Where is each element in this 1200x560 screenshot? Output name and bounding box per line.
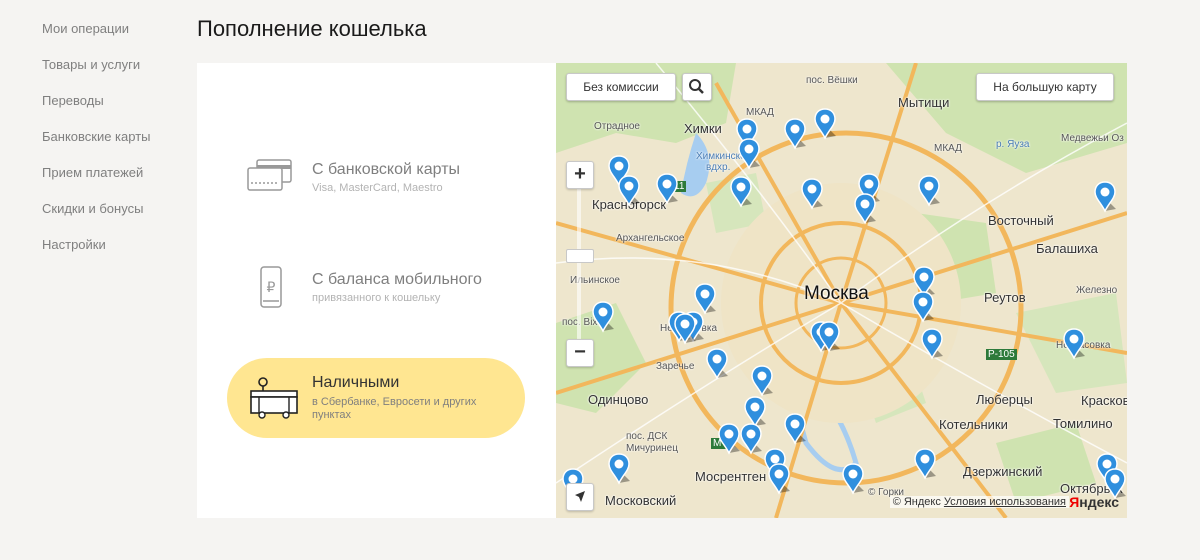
map-label: Мосрентген	[695, 469, 767, 484]
method-subtitle-line1: в Сбербанке, Евросети и других	[312, 396, 477, 408]
cash-point-marker[interactable]	[784, 413, 806, 445]
sidebar-item-bank-cards[interactable]: Банковские карты	[42, 128, 182, 164]
zoom-slider-track[interactable]	[577, 189, 581, 351]
geolocation-button[interactable]	[566, 483, 594, 511]
location-arrow-icon	[575, 491, 585, 502]
map-label: Московский	[605, 493, 677, 508]
map-label: р. Яуза	[996, 139, 1030, 150]
cash-point-marker[interactable]	[818, 321, 840, 353]
sidebar-item-transfers[interactable]: Переводы	[42, 92, 182, 128]
map-label: Дзержинский	[963, 464, 1043, 479]
map-label: Р-105	[986, 349, 1017, 360]
method-subtitle: Visa, MasterCard, Maestro	[312, 182, 443, 194]
cash-point-marker[interactable]	[1063, 328, 1085, 360]
map-label: Люберцы	[976, 392, 1033, 407]
map-label: Балашиха	[1036, 241, 1098, 256]
cash-point-marker[interactable]	[706, 348, 728, 380]
cash-point-marker[interactable]	[618, 175, 640, 207]
yandex-logo: Яндекс	[1069, 494, 1119, 510]
zoom-slider-handle[interactable]	[566, 249, 594, 263]
map-label: Химки	[684, 121, 722, 136]
map-label: Заречье	[656, 361, 695, 372]
cash-point-marker[interactable]	[718, 423, 740, 455]
zoom-in-button[interactable]: +	[566, 161, 594, 189]
cash-point-marker[interactable]	[608, 453, 630, 485]
cash-point-marker[interactable]	[768, 463, 790, 495]
terms-link[interactable]: Условия использования	[944, 496, 1066, 508]
cash-point-marker[interactable]	[784, 118, 806, 150]
cash-point-marker[interactable]	[1094, 181, 1116, 213]
map-copyright: © Яндекс Условия использования	[889, 496, 1069, 508]
cash-point-marker[interactable]	[921, 328, 943, 360]
page-title: Пополнение кошелька	[197, 16, 427, 41]
map-label: Отрадное	[594, 121, 640, 132]
no-commission-button[interactable]: Без комиссии	[566, 73, 676, 101]
method-subtitle: привязанного к кошельку	[312, 292, 441, 304]
copyright-text: © Яндекс	[892, 496, 941, 508]
method-title: С баланса мобильного	[312, 271, 482, 288]
map-label: Томилино	[1053, 416, 1113, 431]
method-cash[interactable]: Наличными в Сбербанке, Евросети и других…	[227, 358, 525, 438]
map-label: Мытищи	[898, 95, 950, 110]
open-big-map-button[interactable]: На большую карту	[976, 73, 1114, 101]
cash-point-marker[interactable]	[814, 108, 836, 140]
zoom-out-button[interactable]: −	[566, 339, 594, 367]
cash-point-marker[interactable]	[740, 423, 762, 455]
map-label: Архангельское	[616, 233, 685, 244]
top-up-panel: С банковской карты Visa, MasterCard, Mae…	[197, 63, 1127, 518]
method-title: Наличными	[312, 374, 400, 391]
cash-points-map[interactable]: Москва Химки Мытищи Красногорск Восточны…	[556, 63, 1127, 518]
map-label: Красков	[1081, 393, 1127, 408]
map-label: Одинцово	[588, 392, 649, 407]
cash-point-marker[interactable]	[592, 301, 614, 333]
sidebar-item-payments[interactable]: Прием платежей	[42, 164, 182, 200]
sidebar-item-goods-services[interactable]: Товары и услуги	[42, 56, 182, 92]
map-label: МКАД	[934, 143, 962, 154]
map-label: Мичуринец	[626, 443, 678, 454]
method-subtitle-line2: пунктах	[312, 409, 351, 421]
search-icon	[689, 79, 704, 94]
mobile-phone-icon: ₽	[260, 266, 282, 308]
map-search-button[interactable]	[682, 73, 712, 101]
cash-point-marker[interactable]	[912, 291, 934, 323]
cash-point-marker[interactable]	[914, 448, 936, 480]
sidebar-item-operations[interactable]: Мои операции	[42, 20, 182, 56]
map-label: Москва	[804, 283, 869, 304]
method-title: С банковской карты	[312, 161, 461, 178]
cash-point-marker[interactable]	[842, 463, 864, 495]
cash-point-marker[interactable]	[918, 175, 940, 207]
method-mobile-balance[interactable]: ₽ С баланса мобильного привязанного к ко…	[227, 248, 525, 328]
map-label: Медвежьи Оз	[1061, 133, 1124, 144]
cash-point-marker[interactable]	[801, 178, 823, 210]
map-label: пос. ДСК	[626, 431, 668, 442]
map-label: Восточный	[988, 213, 1054, 228]
cash-point-marker[interactable]	[674, 313, 696, 345]
sidebar-item-settings[interactable]: Настройки	[42, 236, 182, 272]
map-label: пос. Вёшки	[806, 75, 858, 86]
map-label: МКАД	[746, 107, 774, 118]
map-label: Реутов	[984, 290, 1026, 305]
top-up-methods: С банковской карты Visa, MasterCard, Mae…	[197, 63, 556, 518]
bank-card-icon	[247, 159, 292, 191]
cash-point-marker[interactable]	[854, 193, 876, 225]
cash-point-marker[interactable]	[730, 176, 752, 208]
svg-text:₽: ₽	[267, 280, 276, 296]
map-label: Котельники	[939, 417, 1008, 432]
map-label: Железно	[1076, 285, 1118, 296]
cash-point-marker[interactable]	[738, 138, 760, 170]
sidebar-item-discounts[interactable]: Скидки и бонусы	[42, 200, 182, 236]
method-bank-card[interactable]: С банковской карты Visa, MasterCard, Mae…	[227, 138, 525, 218]
cash-point-marker[interactable]	[656, 173, 678, 205]
map-label: вдхр.	[706, 162, 731, 173]
terminal-icon	[250, 377, 298, 419]
cash-point-marker[interactable]	[751, 365, 773, 397]
sidebar-nav: Мои операции Товары и услуги Переводы Ба…	[42, 20, 182, 272]
